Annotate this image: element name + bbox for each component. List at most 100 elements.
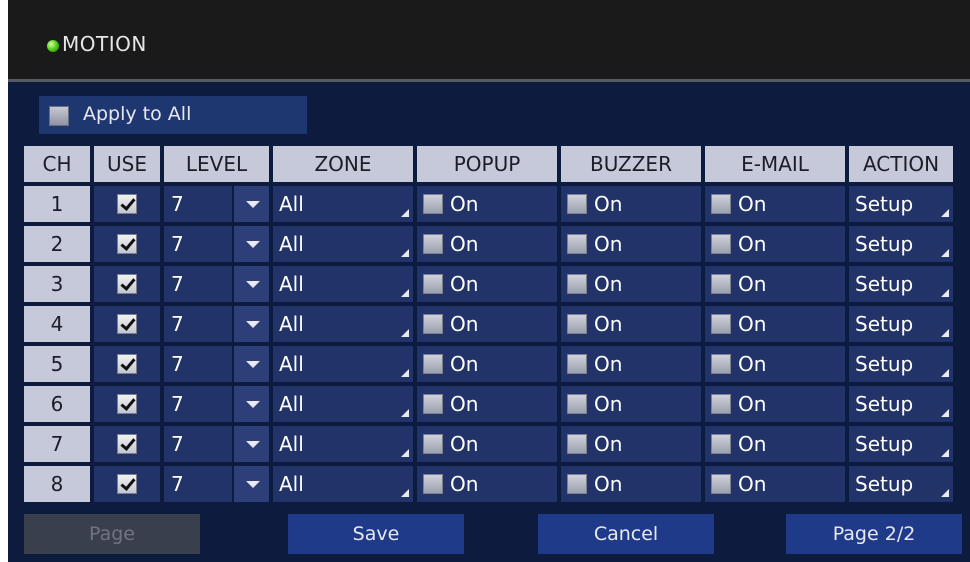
action-setup-button[interactable]: Setup [849,226,953,262]
email-toggle[interactable]: On [705,346,845,382]
use-checkbox[interactable] [117,434,137,454]
popup-toggle[interactable]: On [417,306,557,342]
popup-checkbox[interactable] [423,434,443,454]
buzzer-toggle[interactable]: On [561,306,701,342]
email-checkbox[interactable] [711,354,731,374]
use-checkbox[interactable] [117,474,137,494]
popup-toggle[interactable]: On [417,226,557,262]
use-cell[interactable] [94,466,160,502]
buzzer-toggle[interactable]: On [561,466,701,502]
use-checkbox[interactable] [117,394,137,414]
email-checkbox[interactable] [711,234,731,254]
action-setup-button[interactable]: Setup [849,386,953,422]
popup-toggle[interactable]: On [417,346,557,382]
popup-toggle[interactable]: On [417,426,557,462]
level-dropdown[interactable]: 7 [164,346,269,382]
use-cell[interactable] [94,306,160,342]
use-checkbox[interactable] [117,314,137,334]
buzzer-checkbox[interactable] [567,234,587,254]
action-setup-button[interactable]: Setup [849,466,953,502]
apply-to-all-checkbox[interactable] [49,106,69,126]
email-checkbox[interactable] [711,274,731,294]
action-setup-button[interactable]: Setup [849,426,953,462]
action-setup-button[interactable]: Setup [849,346,953,382]
popup-toggle[interactable]: On [417,266,557,302]
email-checkbox[interactable] [711,394,731,414]
level-dropdown[interactable]: 7 [164,266,269,302]
use-cell[interactable] [94,266,160,302]
buzzer-checkbox[interactable] [567,314,587,334]
email-toggle[interactable]: On [705,426,845,462]
page-next-button[interactable]: Page 2/2 [786,514,962,554]
buzzer-toggle[interactable]: On [561,426,701,462]
use-checkbox[interactable] [117,194,137,214]
use-cell[interactable] [94,226,160,262]
email-toggle[interactable]: On [705,386,845,422]
level-dropdown-button[interactable] [232,466,269,502]
level-dropdown[interactable]: 7 [164,306,269,342]
popup-checkbox[interactable] [423,194,443,214]
zone-selector[interactable]: All [273,226,413,262]
popup-checkbox[interactable] [423,234,443,254]
email-toggle[interactable]: On [705,226,845,262]
email-toggle[interactable]: On [705,266,845,302]
buzzer-toggle[interactable]: On [561,226,701,262]
page-prev-button[interactable]: Page [24,514,200,554]
email-checkbox[interactable] [711,314,731,334]
level-dropdown-button[interactable] [232,306,269,342]
cancel-button[interactable]: Cancel [538,514,714,554]
level-dropdown-button[interactable] [232,186,269,222]
zone-selector[interactable]: All [273,266,413,302]
buzzer-toggle[interactable]: On [561,266,701,302]
apply-to-all-control[interactable]: Apply to All [39,96,307,134]
level-dropdown-button[interactable] [232,426,269,462]
level-dropdown[interactable]: 7 [164,226,269,262]
email-toggle[interactable]: On [705,186,845,222]
zone-selector[interactable]: All [273,386,413,422]
buzzer-checkbox[interactable] [567,434,587,454]
level-dropdown[interactable]: 7 [164,466,269,502]
popup-checkbox[interactable] [423,474,443,494]
use-checkbox[interactable] [117,354,137,374]
use-checkbox[interactable] [117,274,137,294]
email-toggle[interactable]: On [705,466,845,502]
use-checkbox[interactable] [117,234,137,254]
zone-selector[interactable]: All [273,306,413,342]
buzzer-checkbox[interactable] [567,194,587,214]
level-dropdown[interactable]: 7 [164,186,269,222]
buzzer-checkbox[interactable] [567,474,587,494]
buzzer-checkbox[interactable] [567,274,587,294]
use-cell[interactable] [94,346,160,382]
action-setup-button[interactable]: Setup [849,266,953,302]
buzzer-checkbox[interactable] [567,354,587,374]
use-cell[interactable] [94,186,160,222]
level-dropdown-button[interactable] [232,226,269,262]
popup-toggle[interactable]: On [417,386,557,422]
zone-selector[interactable]: All [273,466,413,502]
level-dropdown-button[interactable] [232,386,269,422]
save-button[interactable]: Save [288,514,464,554]
popup-toggle[interactable]: On [417,466,557,502]
zone-selector[interactable]: All [273,426,413,462]
popup-toggle[interactable]: On [417,186,557,222]
zone-selector[interactable]: All [273,186,413,222]
email-checkbox[interactable] [711,194,731,214]
buzzer-toggle[interactable]: On [561,386,701,422]
email-checkbox[interactable] [711,434,731,454]
level-dropdown-button[interactable] [232,266,269,302]
email-checkbox[interactable] [711,474,731,494]
zone-selector[interactable]: All [273,346,413,382]
level-dropdown-button[interactable] [232,346,269,382]
use-cell[interactable] [94,426,160,462]
action-setup-button[interactable]: Setup [849,306,953,342]
buzzer-toggle[interactable]: On [561,346,701,382]
level-dropdown[interactable]: 7 [164,386,269,422]
use-cell[interactable] [94,386,160,422]
buzzer-toggle[interactable]: On [561,186,701,222]
action-setup-button[interactable]: Setup [849,186,953,222]
popup-checkbox[interactable] [423,394,443,414]
popup-checkbox[interactable] [423,314,443,334]
level-dropdown[interactable]: 7 [164,426,269,462]
email-toggle[interactable]: On [705,306,845,342]
popup-checkbox[interactable] [423,274,443,294]
